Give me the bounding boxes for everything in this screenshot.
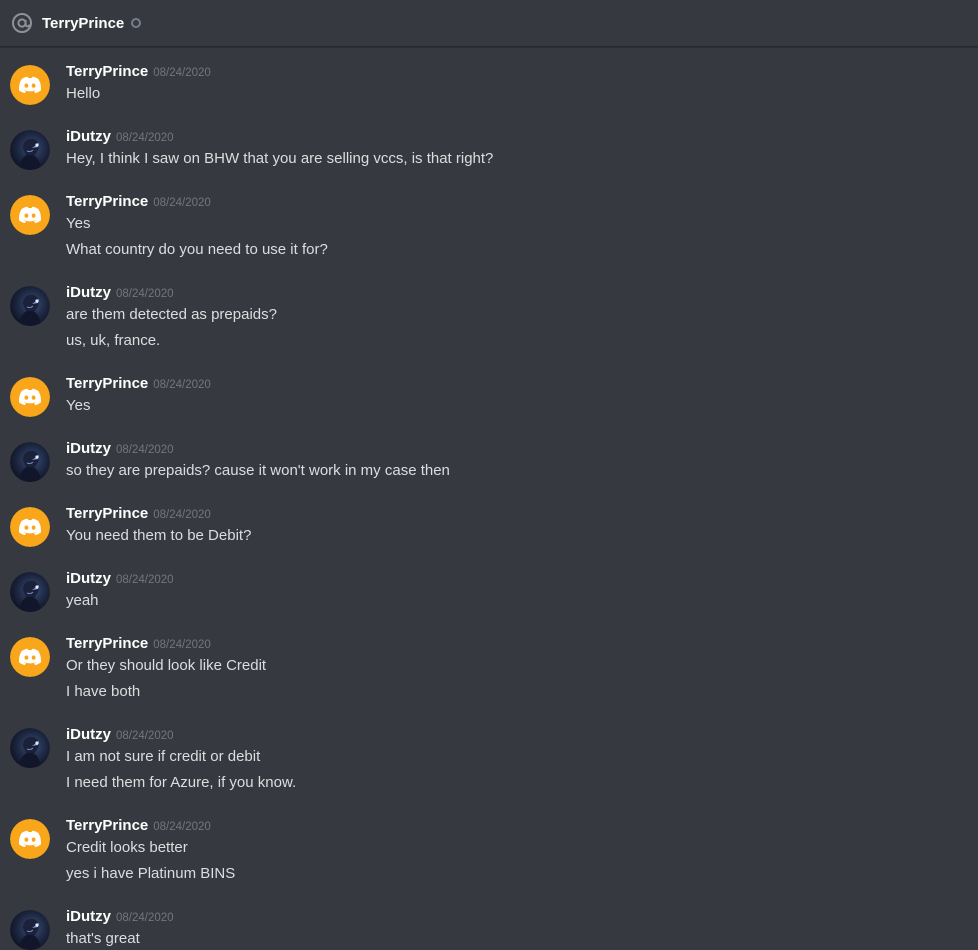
timestamp: 08/24/2020 <box>116 574 174 586</box>
discord-logo-icon[interactable] <box>10 637 50 677</box>
channel-title: TerryPrince <box>42 14 125 32</box>
message-list: TerryPrince 08/24/2020 Hello iDutzy 08/24/… <box>0 47 978 950</box>
timestamp: 08/24/2020 <box>116 288 174 300</box>
message-text: I am not sure if credit or debit <box>66 748 261 765</box>
discord-logo-icon[interactable] <box>10 65 50 105</box>
timestamp: 08/24/2020 <box>153 379 211 391</box>
message-text: Hey, I think I saw on BHW that you are s… <box>66 150 494 167</box>
username[interactable]: TerryPrince <box>66 193 148 210</box>
message-text: Hello <box>66 85 101 102</box>
timestamp: 08/24/2020 <box>153 821 211 833</box>
message-text: Credit looks better <box>66 839 188 856</box>
username[interactable]: iDutzy <box>66 570 111 587</box>
username[interactable]: TerryPrince <box>66 375 148 392</box>
message-text: What country do you need to use it for? <box>66 241 328 258</box>
username[interactable]: iDutzy <box>66 726 111 743</box>
timestamp: 08/24/2020 <box>153 197 211 209</box>
username[interactable]: iDutzy <box>66 128 111 145</box>
username[interactable]: TerryPrince <box>66 817 148 834</box>
message-text: Or they should look like Credit <box>66 657 267 674</box>
discord-logo-icon[interactable] <box>10 819 50 859</box>
user-avatar-icon[interactable] <box>10 572 50 612</box>
message-text: I need them for Azure, if you know. <box>66 774 297 791</box>
message-text: so they are prepaids? cause it won't wor… <box>66 462 450 479</box>
user-avatar-icon[interactable] <box>10 910 50 950</box>
timestamp: 08/24/2020 <box>153 639 211 651</box>
message-text: Yes <box>66 215 91 232</box>
user-avatar-icon[interactable] <box>10 728 50 768</box>
user-avatar-icon[interactable] <box>10 130 50 170</box>
message-text: I have both <box>66 683 141 700</box>
username[interactable]: TerryPrince <box>66 63 148 80</box>
username[interactable]: iDutzy <box>66 440 111 457</box>
timestamp: 08/24/2020 <box>153 509 211 521</box>
timestamp: 08/24/2020 <box>116 912 174 924</box>
discord-logo-icon[interactable] <box>10 195 50 235</box>
timestamp: 08/24/2020 <box>116 730 174 742</box>
user-avatar-icon[interactable] <box>10 286 50 326</box>
timestamp: 08/24/2020 <box>153 67 211 79</box>
timestamp: 08/24/2020 <box>116 132 174 144</box>
username[interactable]: iDutzy <box>66 908 111 925</box>
channel-header: TerryPrince <box>0 0 978 47</box>
at-sign-icon <box>11 12 33 34</box>
message-text: that's great <box>66 930 140 947</box>
message-text: You need them to be Debit? <box>66 527 252 544</box>
user-avatar-icon[interactable] <box>10 442 50 482</box>
discord-logo-icon[interactable] <box>10 377 50 417</box>
message-text: us, uk, france. <box>66 332 161 349</box>
username[interactable]: TerryPrince <box>66 505 148 522</box>
discord-logo-icon[interactable] <box>10 507 50 547</box>
message-text: are them detected as prepaids? <box>66 306 277 323</box>
offline-status-icon <box>131 18 142 28</box>
username[interactable]: iDutzy <box>66 284 111 301</box>
timestamp: 08/24/2020 <box>116 444 174 456</box>
username[interactable]: TerryPrince <box>66 635 148 652</box>
message-text: yeah <box>66 592 99 609</box>
message-text: Yes <box>66 397 91 414</box>
message-text: yes i have Platinum BINS <box>66 865 236 882</box>
